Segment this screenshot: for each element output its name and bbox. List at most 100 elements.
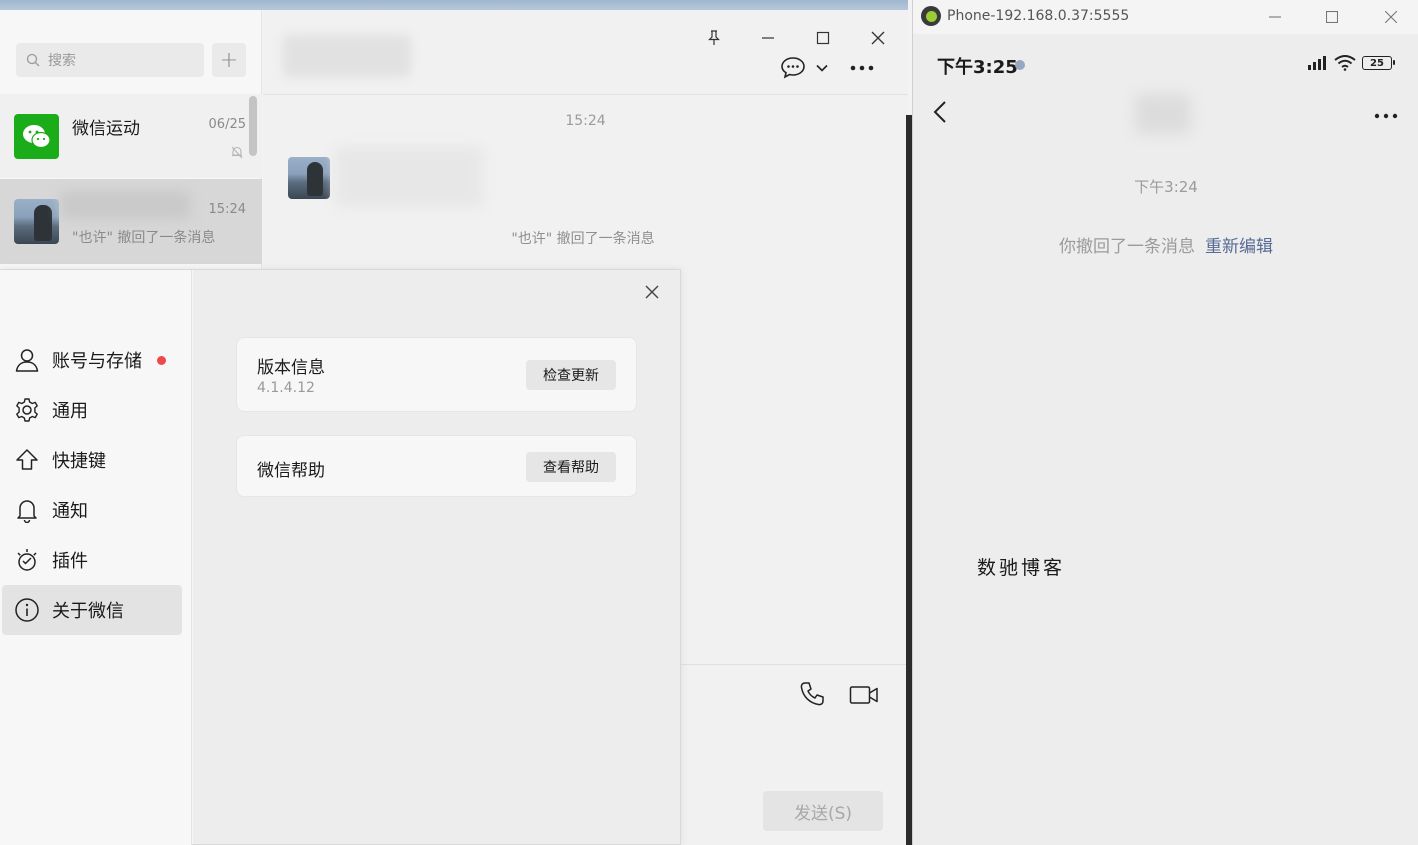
user-icon [15, 349, 39, 372]
phone-icon [800, 682, 824, 706]
chat-item-wechat-sports[interactable]: 微信运动 06/25 [0, 94, 262, 178]
reedit-link[interactable]: 重新编辑 [1205, 237, 1273, 257]
back-button[interactable] [933, 100, 947, 128]
nav-item-notifications[interactable]: 通知 [2, 485, 182, 535]
nav-item-about-wechat[interactable]: 关于微信 [2, 585, 182, 635]
notification-badge [157, 355, 166, 365]
chat-preview: "也许" 撤回了一条消息 [72, 230, 216, 246]
sender-avatar[interactable] [288, 157, 330, 199]
search-icon [26, 53, 40, 67]
conversation-header [263, 10, 908, 95]
minimize-icon [1269, 16, 1281, 18]
phone-titlebar: Phone-192.168.0.37:5555 [913, 0, 1418, 34]
nav-label: 通用 [52, 401, 88, 422]
chat-list-scrollbar[interactable] [249, 96, 257, 156]
phone-maximize-button[interactable] [1317, 4, 1347, 30]
maximize-icon [816, 31, 830, 45]
chevron-down-button[interactable] [815, 54, 829, 82]
phone-minimize-button[interactable] [1260, 4, 1290, 30]
phone-mirror-window: Phone-192.168.0.37:5555 下午3:25 25 下午3:24… [912, 0, 1418, 845]
status-bar-icons: 25 [1304, 55, 1395, 71]
close-icon [1385, 11, 1397, 23]
card-title: 微信帮助 [257, 461, 325, 481]
check-update-button[interactable]: 检查更新 [526, 360, 616, 390]
status-indicator-icon [1015, 60, 1025, 70]
close-button[interactable] [860, 20, 896, 56]
settings-nav: 账号与存储 通用 快捷键 通知 插件 关于微信 [0, 270, 192, 845]
message-timestamp: 15:24 [565, 113, 606, 129]
signal-icon [1308, 56, 1326, 70]
desktop-wallpaper-strip [0, 0, 908, 10]
watermark-text: 数驰博客 [977, 557, 1066, 579]
settings-content: 版本信息 4.1.4.12 检查更新 微信帮助 查看帮助 [193, 270, 680, 844]
status-bar-time: 下午3:25 [937, 57, 1018, 78]
input-divider [681, 664, 908, 665]
more-icon [1374, 113, 1398, 119]
blurred-contact-name [60, 191, 190, 219]
video-call-button[interactable] [849, 684, 879, 710]
minimize-button[interactable] [750, 20, 786, 56]
nav-label: 通知 [52, 501, 88, 522]
blurred-message-bubble [335, 147, 483, 207]
view-help-button[interactable]: 查看帮助 [526, 452, 616, 482]
more-icon [850, 65, 874, 71]
nav-item-shortcuts[interactable]: 快捷键 [2, 435, 182, 485]
wechat-logo-icon [22, 124, 51, 148]
nav-item-general[interactable]: 通用 [2, 385, 182, 435]
send-button[interactable]: 发送(S) [763, 791, 883, 831]
minimize-icon [762, 37, 774, 39]
recall-text: 你撤回了一条消息 [1059, 237, 1195, 257]
version-number: 4.1.4.12 [257, 380, 315, 396]
chat-bubble-button[interactable] [779, 54, 807, 82]
chat-item-contact[interactable]: 15:24 "也许" 撤回了一条消息 [0, 179, 262, 264]
add-button[interactable]: + [212, 43, 246, 77]
chat-bubble-icon [781, 57, 805, 79]
nav-label: 快捷键 [52, 451, 106, 472]
close-icon [645, 285, 659, 299]
search-input[interactable]: 搜索 [16, 43, 204, 77]
gear-icon [16, 398, 38, 422]
android-icon [921, 6, 941, 26]
blurred-contact-name [1135, 94, 1191, 134]
chevron-down-icon [816, 64, 828, 72]
pin-button[interactable] [696, 20, 732, 56]
bell-icon [17, 500, 37, 523]
wechat-help-card: 微信帮助 查看帮助 [236, 435, 637, 497]
more-options-button[interactable] [849, 54, 875, 82]
maximize-button[interactable] [805, 20, 841, 56]
chat-time: 06/25 [208, 117, 246, 132]
version-info-card: 版本信息 4.1.4.12 检查更新 [236, 337, 637, 412]
chevron-left-icon [933, 101, 946, 123]
phone-window-title: Phone-192.168.0.37:5555 [947, 8, 1130, 24]
chat-name: 微信运动 [72, 119, 140, 139]
phone-recall-notice: 你撤回了一条消息 重新编辑 [913, 232, 1418, 257]
plugin-icon [17, 549, 37, 571]
nav-item-account-storage[interactable]: 账号与存储 [2, 335, 182, 385]
recall-notice: "也许" 撤回了一条消息 [511, 231, 655, 247]
phone-close-button[interactable] [1376, 4, 1406, 30]
wifi-icon [1334, 55, 1356, 71]
nav-label: 账号与存储 [52, 351, 142, 372]
settings-dialog: 账号与存储 通用 快捷键 通知 插件 关于微信 版本信息 4.1.4.12 检查… [0, 269, 681, 845]
dialog-close-button[interactable] [638, 278, 666, 306]
chat-time: 15:24 [208, 202, 246, 217]
card-title: 版本信息 [257, 358, 325, 378]
contact-avatar [14, 199, 59, 244]
arrow-up-icon [16, 449, 38, 470]
blurred-conversation-title [283, 35, 411, 77]
nav-label: 插件 [52, 551, 88, 572]
phone-message-timestamp: 下午3:24 [1134, 178, 1198, 196]
voice-call-button[interactable] [798, 680, 826, 712]
pin-icon [708, 30, 720, 45]
battery-icon: 25 [1362, 56, 1395, 70]
phone-more-button[interactable] [1374, 104, 1398, 123]
nav-item-plugins[interactable]: 插件 [2, 535, 182, 585]
wechat-sports-avatar [14, 114, 59, 159]
nav-label: 关于微信 [52, 601, 124, 622]
maximize-icon [1326, 11, 1338, 23]
info-icon [15, 598, 39, 622]
video-camera-icon [849, 686, 878, 704]
mute-bell-icon [230, 144, 244, 163]
close-icon [871, 31, 885, 45]
search-placeholder: 搜索 [48, 53, 76, 69]
